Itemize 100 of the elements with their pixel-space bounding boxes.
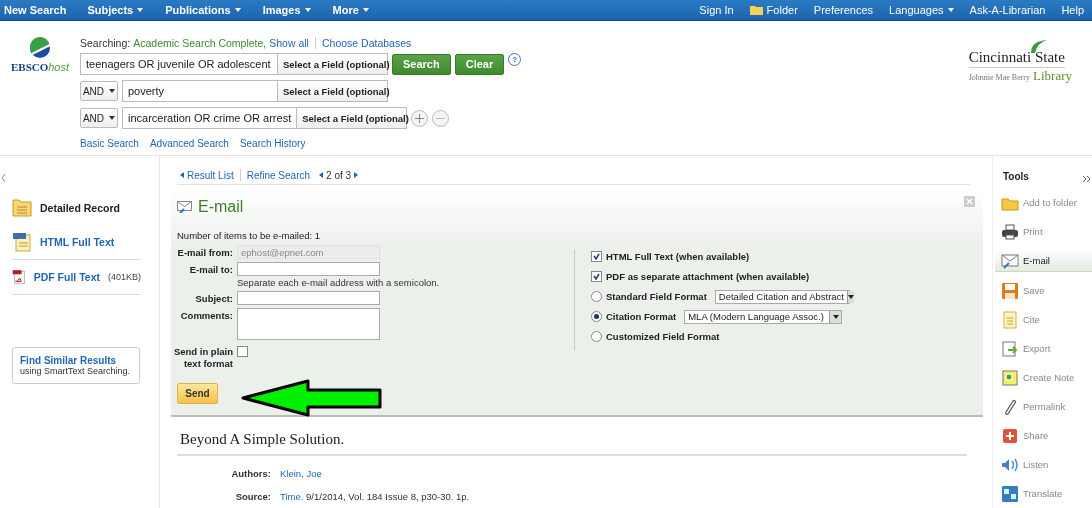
html-document-icon [12,232,32,252]
leaf-icon [1028,39,1049,53]
plain-text-label: Send in plain text format [172,345,233,370]
document-icon [12,199,32,217]
searching-label: Searching: [80,37,131,49]
refine-search-link[interactable]: Refine Search [246,169,311,181]
search-link[interactable]: Search History [239,138,306,149]
sidebar-link[interactable]: PDF Full Text [33,271,100,283]
nav-link[interactable]: Preferences [805,4,882,16]
operator-dropdown[interactable]: AND [80,81,118,101]
speaker-icon [1002,457,1018,472]
search-field[interactable]: teenagers OR juvenile OR adolescent [80,53,277,75]
record-title: Beyond A Simple Solution. [177,431,967,456]
nav-link[interactable]: Folder [741,4,806,16]
caret-icon [109,116,116,120]
next-icon[interactable] [354,172,359,178]
record-position: 2 of 3 [326,169,352,181]
field-label: E-mail from: [177,246,233,259]
logo-text: EBSCOhost [10,61,70,73]
option-label: Customized Field Format [606,331,720,342]
link-icon [1005,399,1016,415]
comments-field[interactable] [237,308,380,340]
nav-menu-item[interactable]: More [321,4,380,16]
nav-link[interactable]: Help [1053,4,1092,16]
note-icon [1002,370,1018,385]
plain-text-checkbox[interactable] [237,346,248,357]
export-icon [1002,341,1018,356]
format-radio[interactable] [591,331,602,342]
format-radio[interactable] [591,311,602,322]
input-field[interactable] [237,262,380,276]
nav-menu-item[interactable]: New Search [0,4,77,16]
similar-results-link[interactable]: Find Similar Results [20,355,132,366]
option-label: Citation Format [606,311,677,322]
search-link[interactable]: Advanced Search [149,138,229,149]
tool-link[interactable]: Share [995,421,1092,450]
format-dropdown[interactable]: MLA (Modern Language Assoc.) [684,309,843,324]
tool-link[interactable]: Print [995,217,1092,246]
tool-link[interactable]: Translate [995,479,1092,508]
envelope-icon [1001,254,1019,269]
tool-link[interactable]: Add to folder [995,188,1092,217]
tool-link[interactable]: Export [995,334,1092,363]
tool-link[interactable]: Create Note [995,363,1092,392]
previous-icon[interactable] [319,172,324,178]
library-word: Library [1033,68,1072,84]
field-label: Source: [234,491,271,502]
search-link[interactable]: Basic Search [80,138,139,149]
similar-results-text: using SmartText Searching. [20,366,131,376]
field-label: Subject: [194,292,233,305]
search-field[interactable]: incarceration OR crime OR arrest [122,107,297,129]
field-link[interactable]: Time. [280,491,304,502]
result-list-link[interactable]: Result List [187,169,234,181]
remove-row-button[interactable] [432,109,450,127]
option-label: HTML Full Text (when available) [606,251,750,262]
field-dropdown[interactable]: Select a Field (optional) [296,107,408,129]
tool-link[interactable]: Permalink [995,392,1092,421]
nav-menu-item[interactable]: Subjects [76,4,155,16]
field-label: E-mail to: [188,263,233,277]
tool-link[interactable]: Cite [995,305,1092,334]
file-size: (401KB) [107,272,141,282]
database-name: Academic Search Complete, [133,37,267,49]
library-name: Cincinnati State [968,49,1065,68]
search-button[interactable]: Search [392,53,451,75]
option-checkbox[interactable] [591,251,602,262]
sidebar-link[interactable]: HTML Full Text [40,236,115,248]
tool-link[interactable]: Save [995,276,1092,305]
caret-icon [832,314,839,319]
folder-icon [1001,198,1019,210]
operator-dropdown[interactable]: AND [80,108,118,128]
plus-icon [1003,428,1017,443]
sidebar-link[interactable]: Detailed Record [40,202,120,214]
caret-icon [848,294,854,299]
field-dropdown[interactable]: Select a Field (optional) [277,53,388,75]
option-label: PDF as separate attachment (when available) [606,271,810,282]
folder-icon [749,5,763,15]
field-dropdown[interactable]: Select a Field (optional) [277,80,388,102]
nav-link[interactable]: Sign In [691,4,742,16]
nav-menu-item[interactable]: Images [251,4,322,16]
tool-link[interactable]: Listen [995,450,1092,479]
nav-menu-item[interactable]: Publications [154,4,252,16]
envelope-icon [177,201,192,213]
send-button[interactable]: Send [177,383,218,404]
option-label: Standard Field Format [606,291,707,302]
nav-link[interactable]: Languages [881,4,962,16]
expand-icon[interactable] [1083,176,1090,182]
show-all-link[interactable]: Show all [269,37,309,49]
document-icon [1003,311,1017,328]
search-field[interactable]: poverty [122,80,277,102]
translate-icon [1002,485,1018,502]
nav-link[interactable]: Ask-A-Librarian [961,4,1054,16]
printer-icon [1002,224,1018,239]
field-link[interactable]: Klein, Joe [280,468,322,479]
clear-button[interactable]: Clear [454,53,505,75]
collapse-icon[interactable] [1,174,6,182]
field-hint: Separate each e-mail address with a semicolon. [237,277,440,288]
add-row-button[interactable] [411,109,429,127]
tool-link[interactable]: E-mail [995,249,1092,272]
choose-databases-link[interactable]: Choose Databases [321,37,412,49]
input-field[interactable] [237,291,380,305]
format-radio[interactable] [591,291,602,302]
option-checkbox[interactable] [591,271,602,282]
